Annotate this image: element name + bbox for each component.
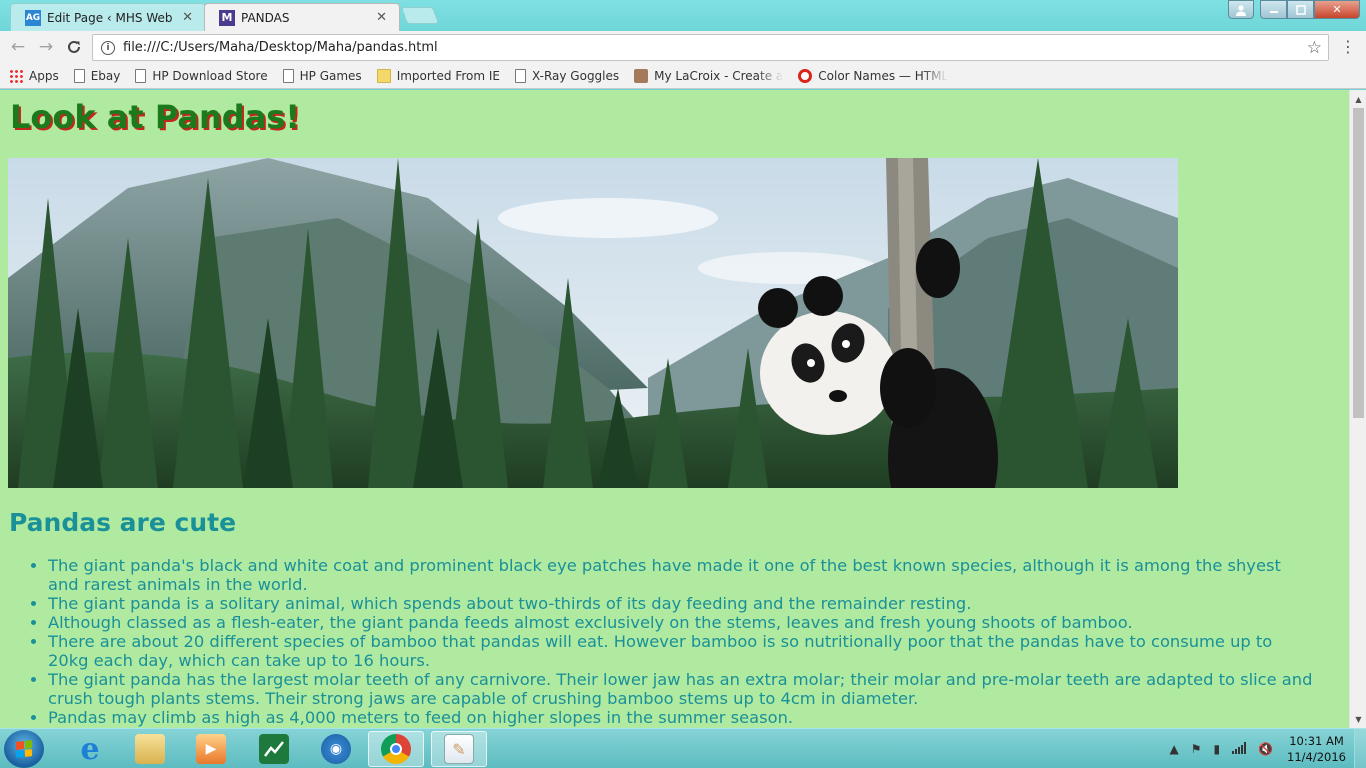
notepad-icon[interactable]: ✎ (431, 731, 487, 767)
show-desktop-button[interactable] (1354, 729, 1366, 768)
reload-icon[interactable] (60, 33, 88, 61)
vertical-scrollbar[interactable]: ▲ ▼ (1349, 90, 1366, 728)
folder-icon (376, 68, 391, 83)
system-tray: ▲ ⚑ ▮ 🔇 10:31 AM 11/4/2016 (1163, 729, 1366, 768)
page-title: Look at Pandas! (10, 98, 300, 136)
opera-icon (798, 68, 813, 83)
file-explorer-icon[interactable] (122, 731, 178, 767)
page-viewport: Look at Pandas! Pandas are cute • The gi… (0, 90, 1349, 728)
info-icon[interactable]: i (101, 40, 115, 55)
internet-explorer-icon[interactable]: e (62, 731, 118, 767)
close-tab-icon[interactable]: ✕ (376, 10, 387, 25)
wifi-app-icon[interactable]: ◉ (308, 731, 364, 767)
panda-facts-list: The giant panda's black and white coat a… (48, 556, 1313, 727)
new-tab-button[interactable] (400, 7, 440, 24)
scroll-up-arrow-icon[interactable]: ▲ (1350, 92, 1366, 106)
tab-title: PANDAS (241, 10, 290, 25)
url-text[interactable]: file:///C:/Users/Maha/Desktop/Maha/panda… (123, 40, 1307, 55)
tab-pandas[interactable]: M PANDAS ✕ (204, 3, 400, 31)
bookmarks-bar: Apps Ebay HP Download Store HP Games Imp… (0, 63, 1366, 89)
user-profile-icon[interactable] (1228, 0, 1254, 19)
stock-app-icon[interactable] (246, 731, 302, 767)
clock[interactable]: 10:31 AM 11/4/2016 (1287, 733, 1346, 765)
page-icon (135, 68, 147, 83)
list-item: The giant panda's black and white coat a… (48, 556, 1313, 594)
action-center-icon[interactable]: ⚑ (1191, 742, 1202, 756)
lacroix-icon (634, 68, 649, 83)
list-item: There are about 20 different species of … (48, 632, 1313, 670)
list-item: Pandas may climb as high as 4,000 meters… (48, 708, 1313, 727)
tab-favicon: M (219, 9, 235, 26)
apps-icon (9, 68, 23, 83)
list-item: Although classed as a flesh-eater, the g… (48, 613, 1313, 632)
clock-date: 11/4/2016 (1287, 750, 1346, 764)
windows-logo-icon (16, 740, 32, 758)
tab-strip: AG Edit Page ‹ MHS Web De ✕ M PANDAS ✕ ✕ (0, 0, 1366, 31)
back-arrow-icon[interactable]: ← (4, 33, 32, 61)
panda-hero-image (8, 158, 1178, 488)
bookmark-xray-goggles[interactable]: X-Ray Goggles (515, 68, 619, 83)
windows-taskbar: e ▶ ◉ ✎ ▲ ⚑ ▮ 🔇 10:31 AM 11/4/2016 (0, 728, 1366, 768)
page-icon (73, 68, 85, 83)
show-hidden-icons-icon[interactable]: ▲ (1169, 742, 1178, 756)
volume-muted-icon[interactable]: 🔇 (1258, 742, 1273, 756)
close-tab-icon[interactable]: ✕ (182, 10, 193, 25)
section-heading: Pandas are cute (9, 508, 237, 537)
bookmark-apps[interactable]: Apps (9, 68, 59, 83)
tab-edit-page[interactable]: AG Edit Page ‹ MHS Web De ✕ (10, 3, 206, 31)
bookmark-hp-download-store[interactable]: HP Download Store (135, 68, 268, 83)
scrollbar-thumb[interactable] (1353, 108, 1364, 418)
bookmark-ebay[interactable]: Ebay (73, 68, 120, 83)
bookmark-hp-games[interactable]: HP Games (282, 68, 362, 83)
window-controls: ✕ (1228, 0, 1360, 19)
bookmark-color-names[interactable]: Color Names — HTML (798, 68, 948, 83)
minimize-button[interactable] (1260, 0, 1287, 19)
bookmark-star-icon[interactable]: ☆ (1307, 38, 1322, 58)
address-bar[interactable]: i file:///C:/Users/Maha/Desktop/Maha/pan… (92, 34, 1329, 61)
forward-arrow-icon[interactable]: → (32, 33, 60, 61)
close-window-button[interactable]: ✕ (1314, 0, 1360, 19)
chrome-icon[interactable] (368, 731, 424, 767)
tab-favicon: AG (25, 9, 41, 26)
page-icon (282, 68, 294, 83)
start-button[interactable] (4, 730, 44, 768)
media-player-icon[interactable]: ▶ (183, 731, 239, 767)
battery-icon[interactable]: ▮ (1213, 742, 1220, 756)
browser-toolbar: ← → i file:///C:/Users/Maha/Desktop/Maha… (0, 31, 1366, 63)
page-icon (515, 68, 526, 83)
scroll-down-arrow-icon[interactable]: ▼ (1350, 712, 1366, 726)
list-item: The giant panda has the largest molar te… (48, 670, 1313, 708)
maximize-button[interactable] (1287, 0, 1314, 19)
list-item: The giant panda is a solitary animal, wh… (48, 594, 1313, 613)
tab-title: Edit Page ‹ MHS Web De (47, 10, 176, 25)
chrome-menu-icon[interactable]: ⋮ (1340, 38, 1356, 56)
clock-time: 10:31 AM (1289, 734, 1344, 748)
network-signal-icon[interactable] (1232, 741, 1247, 757)
bookmark-imported-from-ie[interactable]: Imported From IE (376, 68, 500, 83)
bookmark-my-lacroix[interactable]: My LaCroix - Create a (634, 68, 783, 83)
